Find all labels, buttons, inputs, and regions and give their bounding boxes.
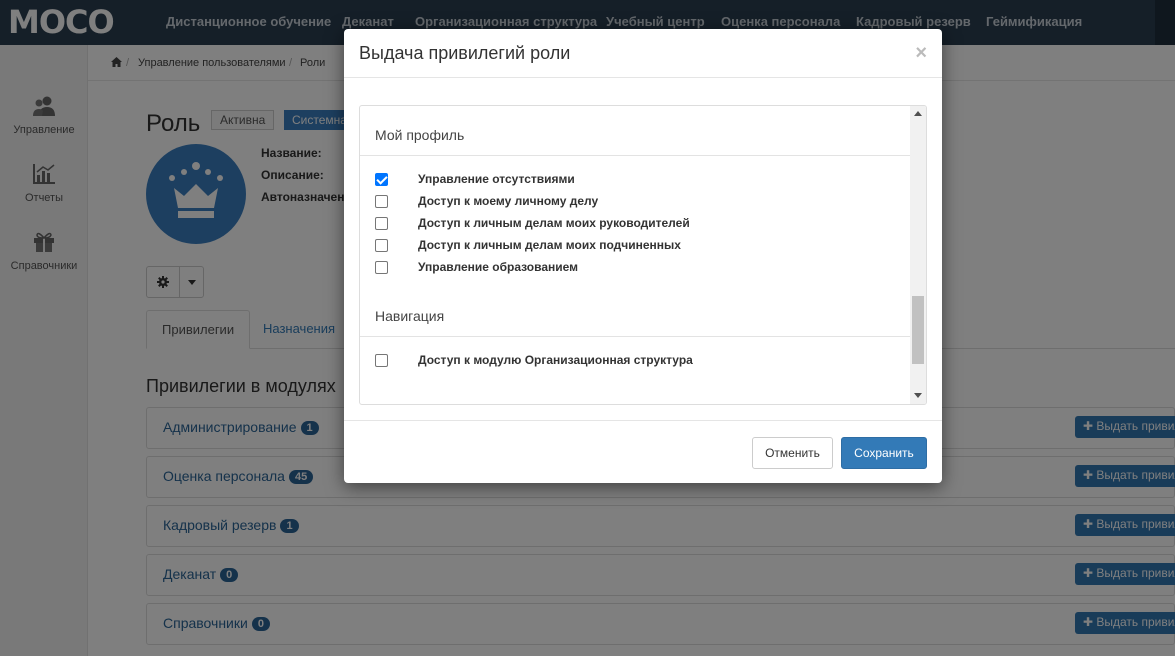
permission-checkbox[interactable] xyxy=(375,354,388,367)
permission-label: Доступ к личным делам моих руководителей xyxy=(418,216,690,230)
permission-label: Доступ к личным делам моих подчиненных xyxy=(418,238,681,252)
permission-checkbox[interactable] xyxy=(375,195,388,208)
permission-checkbox[interactable] xyxy=(375,261,388,274)
permission-label: Управление отсутствиями xyxy=(418,172,575,186)
modal-title: Выдача привилегий роли xyxy=(359,43,571,63)
grant-privileges-modal: Выдача привилегий роли × Мой профиль Упр… xyxy=(344,29,942,483)
permission-checkbox[interactable] xyxy=(375,217,388,230)
permission-checkbox[interactable] xyxy=(375,239,388,252)
close-icon[interactable]: × xyxy=(915,42,927,65)
modal-header: Выдача привилегий роли × xyxy=(344,29,942,78)
privileges-list[interactable]: Мой профиль Управление отсутствиями Дост… xyxy=(359,105,927,405)
cancel-button[interactable]: Отменить xyxy=(752,437,833,469)
save-button[interactable]: Сохранить xyxy=(841,437,927,469)
scrollbar-thumb[interactable] xyxy=(912,296,924,364)
group-title-my-profile: Мой профиль xyxy=(375,127,465,143)
permission-label: Доступ к модулю Организационная структур… xyxy=(418,353,693,367)
scroll-up-arrow-icon[interactable] xyxy=(914,111,922,116)
modal-footer: Отменить Сохранить xyxy=(344,420,942,483)
group-title-navigation: Навигация xyxy=(375,308,445,324)
permission-label: Управление образованием xyxy=(418,260,579,274)
scroll-down-arrow-icon[interactable] xyxy=(914,393,922,398)
permission-checkbox[interactable] xyxy=(375,173,388,186)
permission-label: Доступ к моему личному делу xyxy=(418,194,599,208)
scrollbar[interactable] xyxy=(910,106,926,404)
